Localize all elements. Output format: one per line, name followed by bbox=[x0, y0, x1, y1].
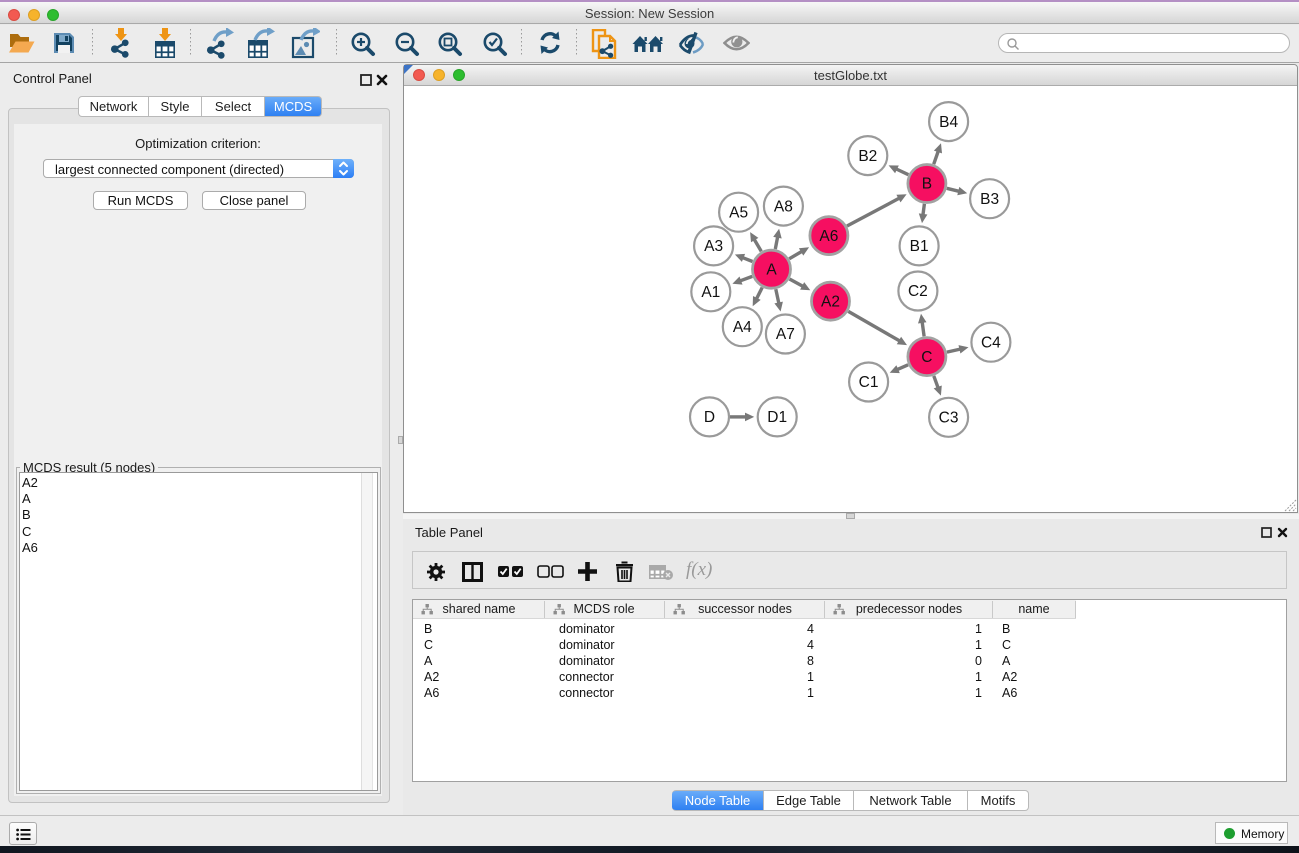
svg-text:A4: A4 bbox=[733, 319, 752, 336]
svg-text:C: C bbox=[921, 349, 932, 366]
svg-text:B4: B4 bbox=[939, 114, 958, 131]
svg-text:D: D bbox=[704, 409, 715, 426]
svg-text:B1: B1 bbox=[910, 238, 929, 255]
svg-text:B2: B2 bbox=[858, 148, 877, 165]
svg-text:A8: A8 bbox=[774, 198, 793, 215]
svg-text:A: A bbox=[766, 261, 777, 278]
svg-text:A3: A3 bbox=[704, 238, 723, 255]
svg-text:C2: C2 bbox=[908, 283, 928, 300]
svg-text:A1: A1 bbox=[701, 284, 720, 301]
svg-text:A7: A7 bbox=[776, 326, 795, 343]
svg-text:A2: A2 bbox=[821, 293, 840, 310]
svg-text:B: B bbox=[922, 176, 932, 193]
svg-text:C3: C3 bbox=[939, 410, 959, 427]
svg-text:A5: A5 bbox=[729, 204, 748, 221]
svg-text:D1: D1 bbox=[767, 409, 787, 426]
svg-text:C1: C1 bbox=[859, 374, 879, 391]
svg-text:A6: A6 bbox=[819, 228, 838, 245]
svg-text:B3: B3 bbox=[980, 191, 999, 208]
svg-text:C4: C4 bbox=[981, 334, 1001, 351]
